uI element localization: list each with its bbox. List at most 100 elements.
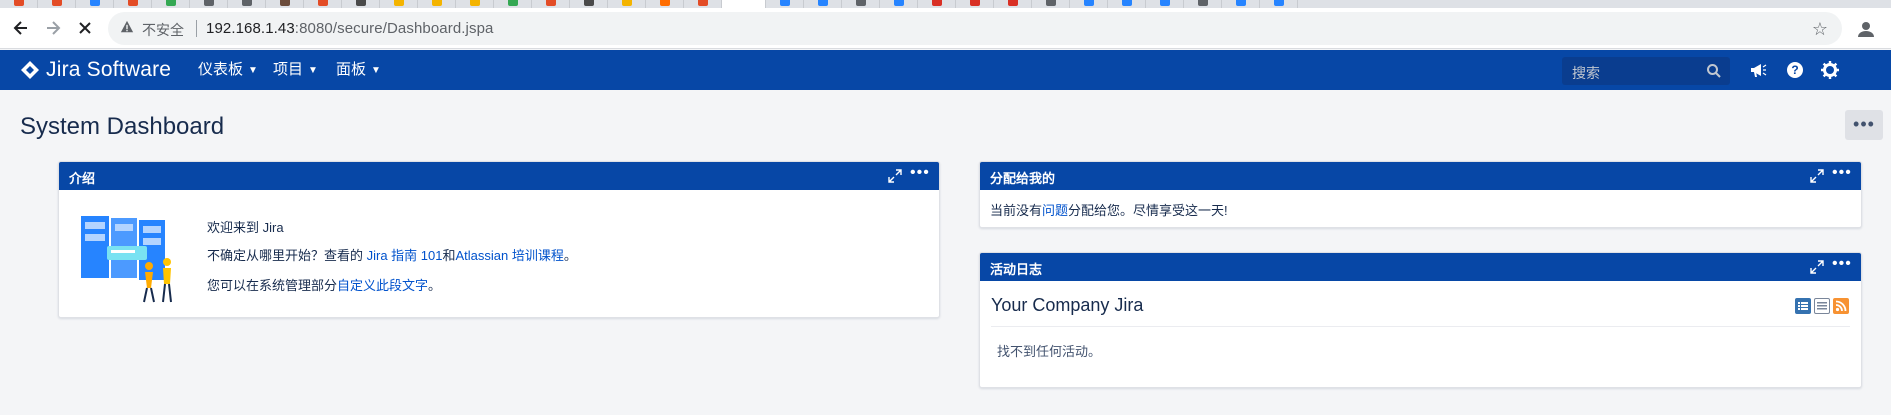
browser-tab[interactable] bbox=[1146, 0, 1184, 8]
full-view-icon[interactable] bbox=[1795, 298, 1811, 314]
bookmark-star-icon[interactable]: ☆ bbox=[1812, 19, 1828, 40]
tab-favicon-icon bbox=[698, 0, 708, 6]
jira-101-link[interactable]: Jira 指南 101 bbox=[367, 248, 443, 263]
browser-tab[interactable] bbox=[918, 0, 956, 8]
browser-tab[interactable] bbox=[304, 0, 342, 8]
menu-dashboards[interactable]: 仪表板 ▼ bbox=[198, 50, 258, 90]
svg-text:?: ? bbox=[1791, 63, 1798, 77]
tab-favicon-icon bbox=[660, 0, 670, 6]
help-icon[interactable]: ? bbox=[1786, 61, 1804, 79]
browser-tab[interactable] bbox=[956, 0, 994, 8]
url-text[interactable]: 192.168.1.43:8080/secure/Dashboard.jspa bbox=[206, 20, 493, 37]
tab-favicon-icon bbox=[932, 0, 942, 6]
getting-started-and: 和 bbox=[442, 248, 456, 263]
list-view-icon[interactable] bbox=[1814, 298, 1830, 314]
gadget-menu-icon[interactable]: ••• bbox=[1832, 255, 1852, 273]
browser-tab[interactable] bbox=[494, 0, 532, 8]
browser-tab[interactable] bbox=[766, 0, 804, 8]
browser-tab[interactable] bbox=[0, 0, 38, 8]
browser-tab[interactable] bbox=[1184, 0, 1222, 8]
stop-loading-icon[interactable] bbox=[74, 18, 96, 40]
tab-favicon-icon bbox=[90, 0, 100, 6]
gear-icon[interactable] bbox=[1821, 61, 1839, 79]
atlassian-training-link[interactable]: Atlassian 培训课程 bbox=[456, 248, 564, 263]
tab-favicon-icon bbox=[508, 0, 518, 6]
menu-boards[interactable]: 面板 ▼ bbox=[336, 50, 381, 90]
divider bbox=[991, 326, 1850, 327]
search-input[interactable]: 搜索 bbox=[1562, 57, 1730, 85]
page-title: System Dashboard bbox=[20, 113, 225, 140]
browser-tab[interactable] bbox=[190, 0, 228, 8]
tab-favicon-icon bbox=[894, 0, 904, 6]
menu-projects-label: 项目 bbox=[273, 61, 304, 78]
tab-favicon-icon bbox=[242, 0, 252, 6]
tab-favicon-icon bbox=[1008, 0, 1018, 6]
browser-tab[interactable] bbox=[570, 0, 608, 8]
jira-logo[interactable]: Jira Software bbox=[20, 58, 171, 82]
assigned-prefix: 当前没有 bbox=[990, 203, 1043, 218]
browser-tab[interactable] bbox=[994, 0, 1032, 8]
browser-tab[interactable] bbox=[228, 0, 266, 8]
browser-tab[interactable] bbox=[646, 0, 684, 8]
rss-feed-icon[interactable] bbox=[1833, 298, 1849, 314]
browser-tab[interactable] bbox=[380, 0, 418, 8]
customize-suffix: 。 bbox=[428, 278, 442, 293]
tab-favicon-icon bbox=[1198, 0, 1208, 6]
kanban-illustration bbox=[81, 216, 172, 303]
browser-tab[interactable] bbox=[880, 0, 918, 8]
gadget-menu-icon[interactable]: ••• bbox=[1832, 164, 1852, 182]
browser-tab[interactable] bbox=[608, 0, 646, 8]
address-bar[interactable]: 不安全 192.168.1.43:8080/secure/Dashboard.j… bbox=[108, 12, 1842, 45]
browser-tab[interactable] bbox=[418, 0, 456, 8]
browser-tab[interactable] bbox=[1108, 0, 1146, 8]
search-icon[interactable] bbox=[1706, 63, 1722, 79]
intro-body: 欢迎来到 Jira 不确定从哪里开始？查看的 Jira 指南 101和Atlas… bbox=[59, 190, 939, 317]
maximize-icon[interactable] bbox=[888, 169, 902, 183]
gadget-title: 介绍 bbox=[69, 171, 96, 186]
announcement-icon[interactable] bbox=[1749, 61, 1767, 79]
browser-tab[interactable] bbox=[804, 0, 842, 8]
chevron-down-icon: ▼ bbox=[248, 65, 258, 76]
getting-started-prefix: 不确定从哪里开始？查看的 bbox=[207, 248, 367, 263]
browser-tab[interactable] bbox=[38, 0, 76, 8]
browser-tab[interactable] bbox=[532, 0, 570, 8]
browser-tab[interactable] bbox=[1032, 0, 1070, 8]
browser-tab[interactable] bbox=[342, 0, 380, 8]
tab-favicon-icon bbox=[52, 0, 62, 6]
gadget-menu-icon[interactable]: ••• bbox=[910, 164, 930, 182]
browser-tab[interactable] bbox=[76, 0, 114, 8]
browser-tab[interactable] bbox=[722, 0, 766, 8]
gadget-title: 分配给我的 bbox=[990, 171, 1056, 186]
tab-favicon-icon bbox=[584, 0, 594, 6]
browser-tab[interactable] bbox=[1070, 0, 1108, 8]
getting-started-text: 不确定从哪里开始？查看的 Jira 指南 101和Atlassian 培训课程。 bbox=[207, 245, 577, 264]
browser-tab[interactable] bbox=[456, 0, 494, 8]
tab-favicon-icon bbox=[1160, 0, 1170, 6]
welcome-text: 欢迎来到 Jira bbox=[207, 220, 284, 235]
browser-tab[interactable] bbox=[114, 0, 152, 8]
dashboard-more-button[interactable]: ••• bbox=[1845, 110, 1883, 140]
customize-prefix: 您可以在系统管理部分 bbox=[207, 278, 338, 293]
browser-tab[interactable] bbox=[842, 0, 880, 8]
forward-icon[interactable] bbox=[42, 18, 64, 40]
chevron-down-icon: ▼ bbox=[371, 65, 381, 76]
browser-tab[interactable] bbox=[1260, 0, 1298, 8]
browser-tab[interactable] bbox=[1222, 0, 1260, 8]
browser-tab[interactable] bbox=[684, 0, 722, 8]
insecure-label: 不安全 bbox=[142, 22, 184, 38]
maximize-icon[interactable] bbox=[1810, 260, 1824, 274]
back-icon[interactable] bbox=[10, 18, 32, 40]
customize-text-link[interactable]: 自定义此段文字 bbox=[337, 278, 428, 293]
menu-projects[interactable]: 项目 ▼ bbox=[273, 50, 318, 90]
browser-tab[interactable] bbox=[266, 0, 304, 8]
search-placeholder: 搜索 bbox=[1572, 65, 1600, 81]
browser-tab[interactable] bbox=[152, 0, 190, 8]
issues-link[interactable]: 问题 bbox=[1042, 203, 1068, 218]
gadget-title: 活动日志 bbox=[990, 262, 1043, 277]
tab-favicon-icon bbox=[1084, 0, 1094, 6]
browser-tab-strip bbox=[0, 0, 1891, 8]
tab-favicon-icon bbox=[1122, 0, 1132, 6]
profile-icon[interactable] bbox=[1856, 19, 1876, 39]
menu-boards-label: 面板 bbox=[336, 61, 367, 78]
maximize-icon[interactable] bbox=[1810, 169, 1824, 183]
